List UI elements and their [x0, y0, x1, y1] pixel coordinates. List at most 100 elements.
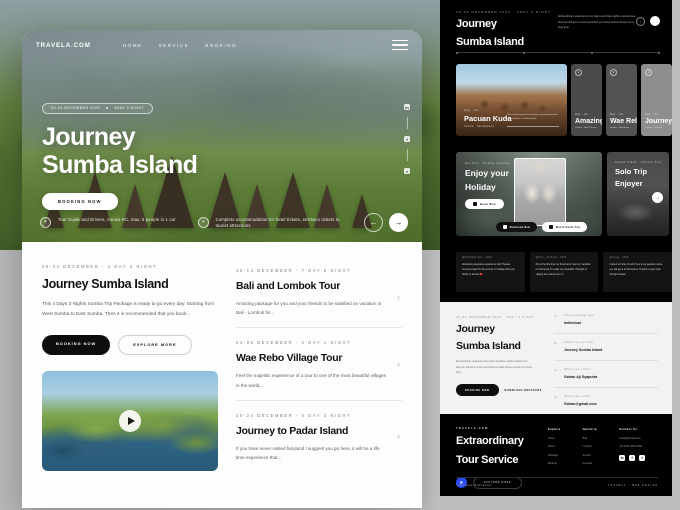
chevron-down-icon[interactable]: ⌄: [653, 343, 656, 347]
footer-link[interactable]: Bali: [583, 437, 597, 440]
twitter-icon[interactable]: t: [639, 455, 646, 461]
slider-progress-bar[interactable]: [456, 51, 660, 54]
video-thumbnail[interactable]: [42, 370, 218, 471]
testimonial-card: @nuraa · 2022 it about to home for all o…: [603, 252, 673, 292]
footer-email[interactable]: travel@travela.com: [619, 437, 645, 440]
chevron-right-icon[interactable]: ›: [397, 292, 400, 302]
field-label: What's your email?: [564, 395, 591, 398]
list-item[interactable]: 04-06 DECEMBER - 2 DAY 1 NIGHT Wae Rebo …: [236, 327, 402, 399]
solo-title-line2: Enjoyer: [615, 179, 643, 189]
day-card-day: Day - 02: [574, 113, 588, 116]
twitter-icon[interactable]: t: [404, 168, 410, 174]
website-mockup-browser: TRAVELA.COM HOME SERVICE BOOKING 20-24 D…: [22, 30, 422, 508]
footer-link[interactable]: About: [548, 445, 561, 448]
watch-guide-button[interactable]: Watch Guide Trip: [542, 222, 588, 232]
tour-description: If you have never visited fairyland I su…: [236, 445, 380, 460]
footer-link-columns: Explore Home About Package Booking Opent…: [548, 428, 646, 465]
play-icon: [549, 225, 553, 229]
footer-link[interactable]: Sumba: [583, 454, 597, 457]
footer-column-contact: Contact Us travel@travela.com +62 8123 4…: [619, 428, 646, 465]
footer-phone[interactable]: +62 8123 4534 6990: [619, 445, 645, 448]
form-field-name[interactable]: 03 What's your name? Gohan Aji Syaputra: [554, 368, 658, 388]
footer-link[interactable]: Lombok: [583, 445, 597, 448]
list-item[interactable]: 10-14 DECEMBER - 7 DAY 6 NIGHT Bali and …: [236, 266, 402, 327]
field-index: 01: [554, 315, 557, 318]
booking-form-section: 20-24 DECEMBER 2022 · 4DAY 3 NIGHT Journ…: [440, 302, 672, 414]
hero-feature-item: + Tour Guide and Drivers, Innova RC, max…: [40, 216, 176, 228]
footer-link[interactable]: Package: [548, 454, 561, 457]
download-now-button[interactable]: Download Now: [496, 222, 538, 232]
day-card[interactable]: 3 Day - 03 Wae Rebo Sumba - Manggarai: [605, 64, 637, 136]
chevron-right-icon[interactable]: ›: [397, 359, 400, 369]
day-card-name: Journey: [644, 118, 672, 125]
tour-title: Wae Rebo Village Tour: [236, 352, 343, 365]
featured-booking-button[interactable]: BOOKING NOW: [42, 334, 111, 355]
prev-slide-button[interactable]: ←: [364, 213, 383, 232]
day-card[interactable]: 4 Day - 04 Journey Sumba - Komodo: [640, 64, 672, 136]
plus-circle-icon: +: [40, 216, 51, 228]
chevron-right-icon[interactable]: ›: [397, 431, 400, 441]
chevron-down-icon[interactable]: ⌄: [653, 316, 656, 320]
day-card-desc: This packed experience will give a premi…: [506, 114, 558, 121]
tour-eyebrow: 10-14 DECEMBER - 7 DAY 6 NIGHT: [236, 268, 352, 273]
list-item[interactable]: 20-24 DECEMBER - 4 DAY 3 NIGHT Journey t…: [236, 399, 402, 472]
hero-section: TRAVELA.COM HOME SERVICE BOOKING 20-24 D…: [22, 30, 422, 242]
day-card-label: Day - 03 Wae Rebo Sumba - Manggarai: [610, 113, 637, 129]
form-field-package-type[interactable]: 01 Choose package type Individual ⌄: [554, 314, 658, 334]
enjoy-title-line2: Holiday: [465, 181, 496, 192]
featured-explore-button[interactable]: EXPLORE MORE: [118, 334, 192, 355]
day-card-day: Day - 01: [464, 109, 479, 112]
next-slide-button[interactable]: →: [389, 213, 408, 232]
download-brochure-link[interactable]: DOWNLOAD BROCHURE: [505, 389, 542, 392]
featured-eyebrow: 20-24 DECEMBER - 4 DAY 3 NIGHT: [42, 264, 158, 269]
enjoy-holiday-card[interactable]: Get Fun · Sumba Journey Enjoy your Holid…: [456, 152, 602, 236]
rail-divider: [406, 149, 408, 161]
field-label: What's your name?: [564, 368, 591, 371]
solo-title-line1: Solo Trip: [615, 167, 648, 176]
linkedin-icon[interactable]: in: [619, 455, 626, 461]
booking-now-button[interactable]: BOOKING NOW: [456, 384, 499, 396]
nav-item-booking[interactable]: BOOKING: [205, 43, 237, 48]
site-logo[interactable]: TRAVELA.COM: [36, 42, 91, 49]
day-card-meta: Sumba - Komodo: [644, 127, 662, 129]
tour-title: Journey to Padar Island: [236, 424, 349, 437]
social-rail: in f t: [404, 104, 410, 174]
day-card-meta: Sumba - Sandalwood: [464, 125, 495, 128]
footer-link[interactable]: Home: [548, 437, 561, 440]
progress-tick: [590, 51, 593, 54]
day-card[interactable]: 2 Day - 02 Amazing Beach Sumba - Watu Pa…: [570, 64, 602, 136]
tour-eyebrow: 20-24 DECEMBER - 4 DAY 3 NIGHT: [236, 412, 352, 418]
enjoy-book-button[interactable]: Book Now: [465, 199, 504, 210]
booking-title-line1: Journey: [456, 323, 495, 335]
featured-package-column: 20-24 DECEMBER - 4 DAY 3 NIGHT Journey S…: [42, 264, 218, 508]
hamburger-icon[interactable]: [392, 39, 408, 51]
solo-arrow-button[interactable]: →: [652, 192, 663, 204]
nav-item-home[interactable]: HOME: [123, 43, 143, 48]
rail-divider: [406, 117, 408, 129]
play-icon[interactable]: [119, 409, 141, 432]
separator-dot-icon: [106, 107, 109, 109]
footer-column-heading: Opentrip: [582, 428, 598, 431]
day-card-featured[interactable]: Day - 01 Pacuan Kuda Sumba - Sandalwood …: [456, 64, 567, 136]
next-slide-button[interactable]: [650, 16, 660, 26]
footer-link[interactable]: Komodo: [583, 462, 597, 465]
form-field-trip[interactable]: 02 Choose trip you want Journey Sumba Is…: [554, 341, 658, 361]
prev-slide-button[interactable]: ‹: [636, 16, 645, 26]
featured-actions: BOOKING NOW EXPLORE MORE: [42, 334, 218, 355]
day-card-number: 2: [574, 69, 582, 76]
hero-title-line1: Journey: [42, 123, 136, 151]
hero-feature-text: Complete accommodation for hotel tickets…: [215, 216, 340, 229]
solo-trip-card[interactable]: Sumba Island · Journey Trip Solo Trip En…: [607, 152, 669, 236]
nav-item-service[interactable]: SERVICE: [159, 43, 190, 48]
right-sections-stack: 20-24 DECEMBER 2022 · 4DAY 3 NIGHT Journ…: [440, 0, 673, 496]
progress-track: [456, 52, 660, 53]
footer-link[interactable]: Booking: [548, 462, 561, 465]
testimonials-section: @haniswati han · 2022 Absolutely awesome…: [440, 244, 673, 302]
hero-content: 20-24 DECEMBER 2022 4DAY 3 NIGHT Journey…: [42, 96, 198, 210]
day-card-number: 4: [644, 69, 652, 76]
facebook-icon[interactable]: f: [629, 455, 636, 461]
hero-booking-button[interactable]: BOOKING NOW: [42, 193, 118, 210]
form-field-email[interactable]: 04 What's your email? Gohan@gmail.com: [554, 395, 658, 414]
facebook-icon[interactable]: f: [404, 136, 410, 142]
linkedin-icon[interactable]: in: [404, 104, 410, 110]
